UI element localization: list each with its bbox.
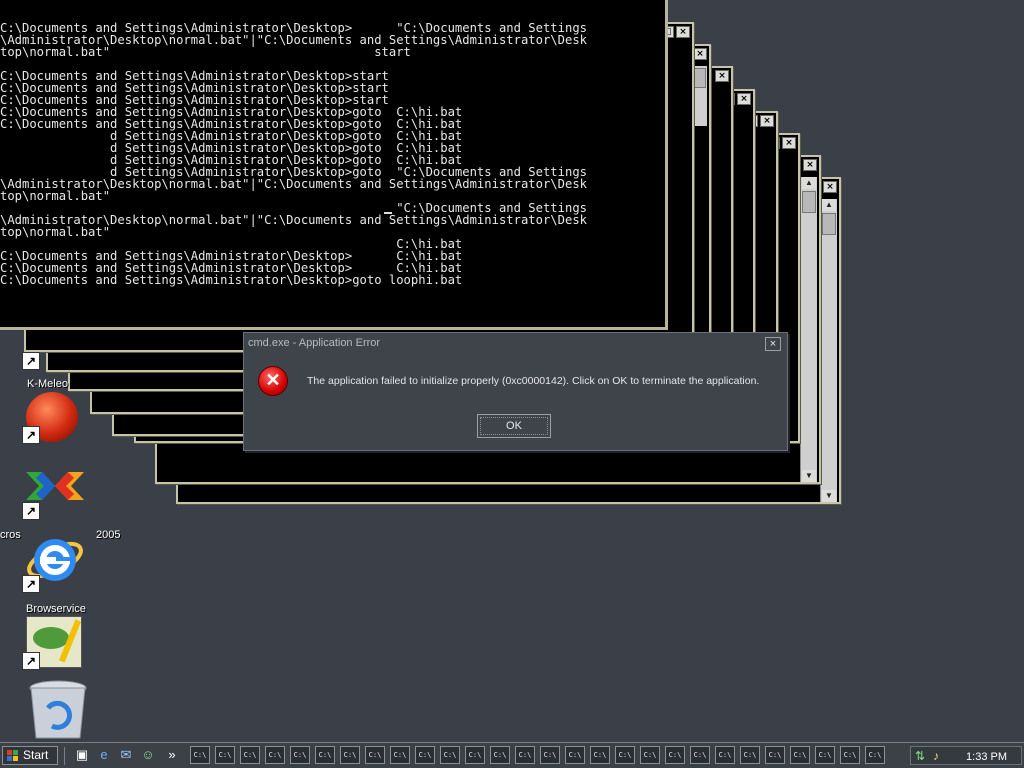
- messenger-icon[interactable]: ☺: [140, 747, 156, 763]
- task-buttons: C:\ C:\ C:\ C:\ C:\ C:\ C:\ C:\ C:\ C:\ C:\ C:\ C:\ C…: [190, 746, 885, 764]
- taskbar-console-button[interactable]: C:\: [565, 746, 585, 764]
- console-output: C:\Documents and Settings\Administrator\…: [0, 22, 587, 286]
- shortcut-arrow-icon: ↗: [22, 575, 40, 593]
- desktop: × ▲ ▼ _ □ × ▲ ▼ □ × _ □ × □: [0, 0, 1024, 742]
- divider: [64, 747, 65, 765]
- close-icon[interactable]: ×: [765, 337, 781, 351]
- taskbar-console-button[interactable]: C:\: [265, 746, 285, 764]
- windows-logo-icon: [7, 750, 18, 761]
- console-line: C:\Documents and Settings\Administrator\…: [0, 273, 463, 287]
- main-console-window[interactable]: C:\Documents and Settings\Administrator\…: [0, 0, 668, 330]
- scroll-up-arrow-icon[interactable]: ▲: [802, 177, 816, 189]
- dialog-title: cmd.exe - Application Error: [248, 337, 381, 349]
- taskbar-console-button[interactable]: C:\: [640, 746, 660, 764]
- scroll-thumb[interactable]: [822, 213, 836, 235]
- taskbar-console-button[interactable]: C:\: [815, 746, 835, 764]
- text-cursor: [384, 212, 392, 214]
- taskbar-console-button[interactable]: C:\: [615, 746, 635, 764]
- close-icon[interactable]: ×: [823, 181, 837, 193]
- icon-label: Browservice: [26, 603, 86, 615]
- close-icon[interactable]: ×: [715, 70, 729, 82]
- icon-label: K-Meleo: [27, 378, 68, 390]
- close-icon[interactable]: ×: [676, 26, 690, 38]
- taskbar-console-button[interactable]: C:\: [415, 746, 435, 764]
- network-icon[interactable]: ⇅: [915, 749, 929, 763]
- scroll-thumb[interactable]: [692, 68, 706, 88]
- taskbar-console-button[interactable]: C:\: [340, 746, 360, 764]
- shortcut-arrow-icon: ↗: [22, 502, 40, 520]
- application-error-dialog[interactable]: cmd.exe - Application Error × ✕ The appl…: [243, 332, 788, 451]
- taskbar: Start ▣ e ✉ ☺ » C:\ C:\ C:\ C:\ C:\ C:\ C:\ C:\…: [0, 742, 1024, 768]
- clock: 1:33 PM: [966, 751, 1007, 763]
- desktop-icon-red-ball[interactable]: ↗: [18, 392, 90, 448]
- taskbar-console-button[interactable]: C:\: [190, 746, 210, 764]
- taskbar-console-button[interactable]: C:\: [540, 746, 560, 764]
- ok-button[interactable]: OK: [477, 414, 551, 438]
- taskbar-console-button[interactable]: C:\: [290, 746, 310, 764]
- taskbar-console-button[interactable]: C:\: [515, 746, 535, 764]
- console-line: top\normal.bat" start: [0, 45, 411, 59]
- taskbar-console-button[interactable]: C:\: [865, 746, 885, 764]
- dialog-message: The application failed to initialize pro…: [307, 375, 760, 387]
- taskbar-console-button[interactable]: C:\: [740, 746, 760, 764]
- volume-icon[interactable]: ♪: [933, 749, 947, 763]
- desktop-icon-notepad-frog[interactable]: ↗: [18, 616, 90, 676]
- scrollbar[interactable]: ▲ ▼: [820, 199, 837, 502]
- shortcut-arrow-icon: ↗: [22, 652, 40, 670]
- taskbar-console-button[interactable]: C:\: [240, 746, 260, 764]
- recycle-bin-icon: [28, 680, 88, 740]
- system-tray: ⇅ ♪ 1:33 PM: [910, 746, 1022, 765]
- scroll-thumb[interactable]: [802, 191, 816, 213]
- taskbar-console-button[interactable]: C:\: [440, 746, 460, 764]
- taskbar-console-button[interactable]: C:\: [465, 746, 485, 764]
- taskbar-console-button[interactable]: C:\: [690, 746, 710, 764]
- taskbar-console-button[interactable]: C:\: [315, 746, 335, 764]
- taskbar-console-button[interactable]: C:\: [490, 746, 510, 764]
- taskbar-console-button[interactable]: C:\: [765, 746, 785, 764]
- taskbar-console-button[interactable]: C:\: [215, 746, 235, 764]
- taskbar-console-button[interactable]: C:\: [790, 746, 810, 764]
- taskbar-console-button[interactable]: C:\: [665, 746, 685, 764]
- scrollbar[interactable]: ▲ ▼: [800, 177, 817, 482]
- shortcut-arrow-icon: ↗: [22, 426, 40, 444]
- scroll-up-arrow-icon[interactable]: ▲: [822, 199, 836, 211]
- taskbar-console-button[interactable]: C:\: [840, 746, 860, 764]
- desktop-icon-k-meleo[interactable]: ↗ K-Meleo: [10, 348, 82, 390]
- internet-explorer-icon[interactable]: e: [96, 747, 112, 763]
- start-label: Start: [23, 748, 49, 762]
- close-icon[interactable]: ×: [782, 137, 796, 149]
- close-icon[interactable]: ×: [803, 159, 817, 171]
- chevron-right-icon[interactable]: »: [164, 747, 180, 763]
- taskbar-console-button[interactable]: C:\: [590, 746, 610, 764]
- show-desktop-icon[interactable]: ▣: [74, 747, 90, 763]
- taskbar-console-button[interactable]: C:\: [365, 746, 385, 764]
- desktop-icon-recycle-bin[interactable]: [18, 676, 90, 742]
- outlook-icon[interactable]: ✉: [118, 747, 134, 763]
- close-icon[interactable]: ×: [760, 115, 774, 127]
- scroll-down-arrow-icon[interactable]: ▼: [802, 470, 816, 482]
- close-icon[interactable]: ×: [737, 93, 751, 105]
- scroll-down-arrow-icon[interactable]: ▼: [822, 490, 836, 502]
- taskbar-console-button[interactable]: C:\: [390, 746, 410, 764]
- icon-label: 2005: [96, 529, 121, 541]
- close-icon[interactable]: ×: [693, 48, 707, 60]
- desktop-icon-browservice[interactable]: ↗ Browservice: [18, 527, 90, 617]
- error-icon: ✕: [258, 366, 288, 396]
- start-button[interactable]: Start: [2, 746, 58, 765]
- shortcut-arrow-icon: ↗: [22, 352, 40, 370]
- taskbar-console-button[interactable]: C:\: [715, 746, 735, 764]
